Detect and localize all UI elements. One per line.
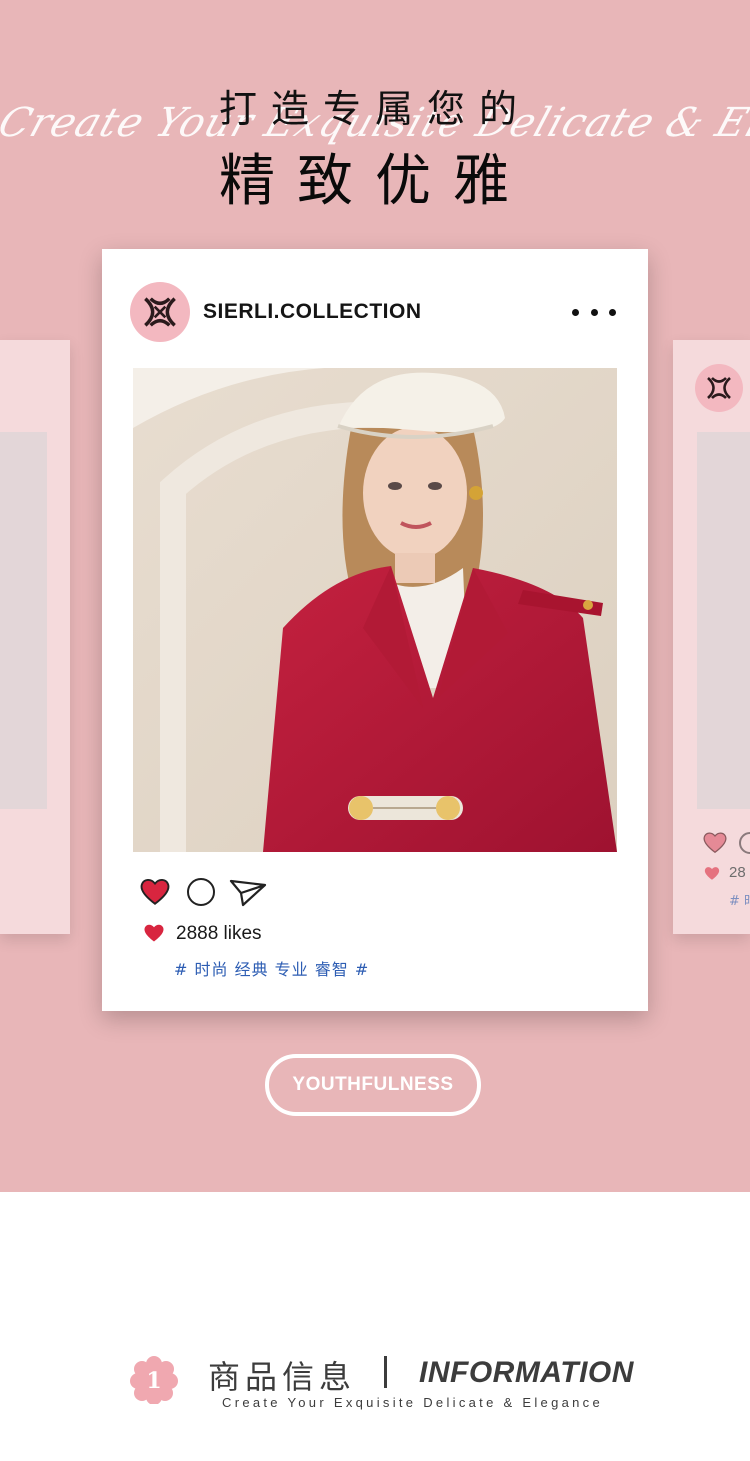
account-handle[interactable]: SIERLI.COLLECTION	[203, 300, 422, 324]
hero-title-line1: 打造专属您的	[218, 87, 531, 131]
side-post-photo-placeholder	[0, 432, 47, 809]
info-title-cn: 商品信息	[208, 1358, 357, 1396]
likes-heart-icon	[144, 924, 164, 942]
heart-icon	[704, 867, 720, 880]
badge-number: 1	[146, 1368, 161, 1394]
heart-outline-icon	[703, 832, 727, 854]
side-post-photo-placeholder	[697, 432, 750, 809]
pill-label: YOUTHFULNESS	[292, 1074, 454, 1095]
youthfulness-pill[interactable]: YOUTHFULNESS	[265, 1054, 481, 1116]
share-send-icon[interactable]	[229, 877, 267, 907]
dot-icon	[590, 308, 598, 316]
more-options-button[interactable]	[572, 301, 616, 323]
comment-icon[interactable]	[187, 878, 215, 906]
side-post-card-left	[0, 340, 70, 934]
likes-count: 2888 likes	[176, 923, 262, 944]
dot-icon	[572, 308, 579, 316]
section-number-badge: 1	[130, 1356, 178, 1404]
like-heart-icon[interactable]	[138, 876, 172, 906]
info-title-en: INFORMATION	[419, 1356, 634, 1389]
dot-icon	[609, 308, 616, 316]
info-subtitle: Create Your Exquisite Delicate & Eleganc…	[222, 1395, 604, 1410]
hero-title-line2: 精致优雅	[219, 149, 531, 214]
side-likes-text: 28	[729, 864, 746, 881]
comment-icon	[739, 832, 750, 854]
side-avatar	[695, 364, 743, 412]
model-photo-illustration	[133, 368, 617, 852]
hashtags[interactable]: # 时尚 经典 专业 睿智 #	[174, 956, 369, 980]
side-hashtags: # 时	[729, 894, 750, 909]
post-card: SIERLI.COLLECTION 2888 likes # 时尚 经典 专业 …	[102, 249, 648, 1011]
side-post-card-right: 28 # 时	[673, 340, 750, 934]
brand-logo-icon	[707, 377, 731, 399]
brand-logo-icon	[144, 297, 176, 327]
post-photo	[133, 368, 617, 852]
brand-avatar[interactable]	[130, 282, 190, 342]
title-divider	[384, 1356, 387, 1388]
